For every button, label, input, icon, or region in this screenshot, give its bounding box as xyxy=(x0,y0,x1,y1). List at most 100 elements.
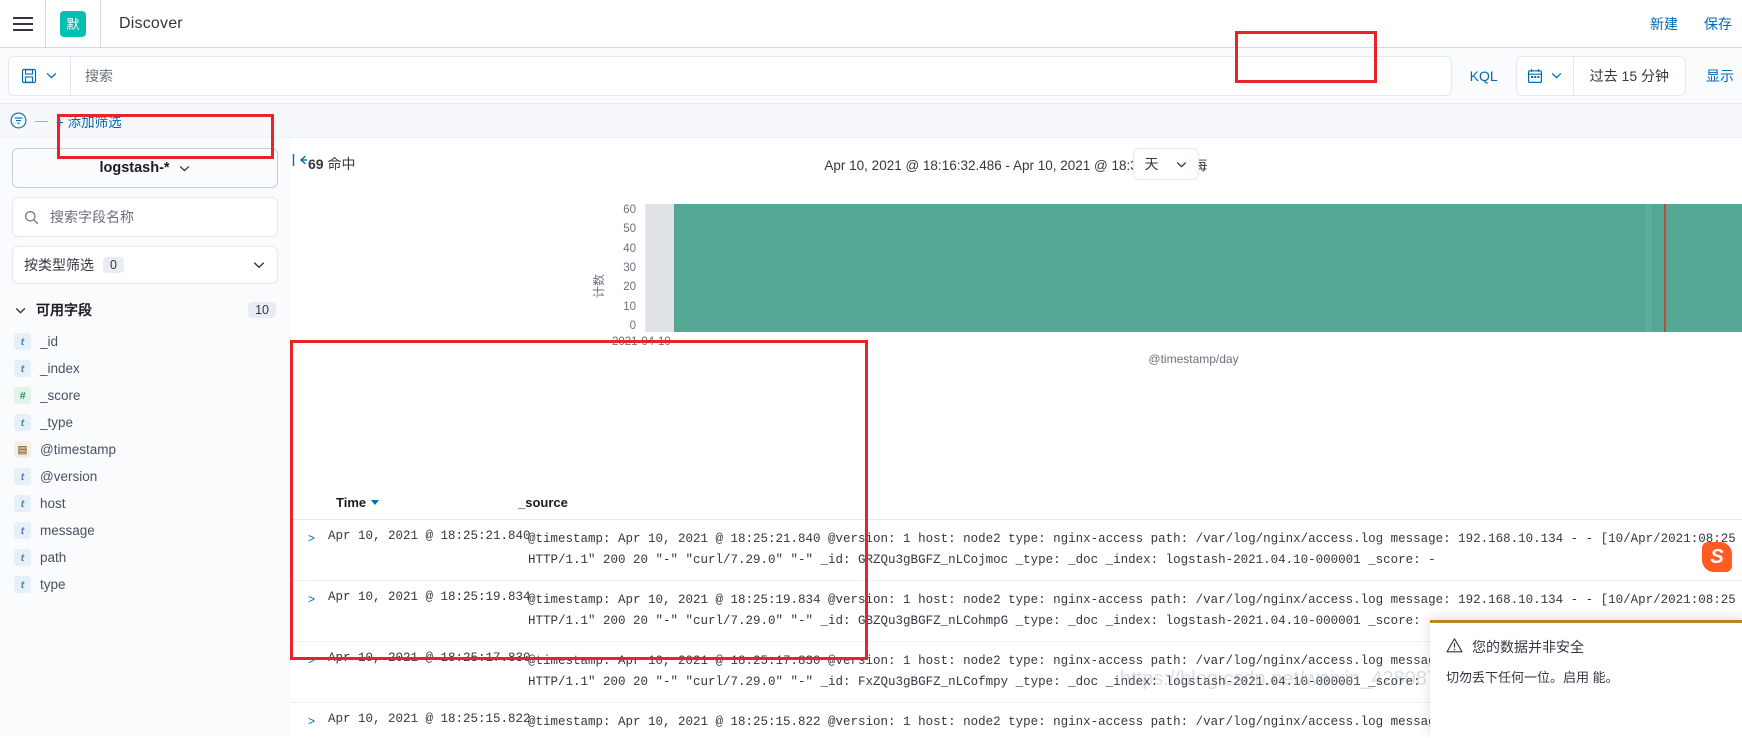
new-button[interactable]: 新建 xyxy=(1650,14,1678,34)
time-range-button[interactable]: 过去 15 分钟 xyxy=(1574,66,1685,86)
sogou-input-logo: S xyxy=(1702,542,1732,572)
chart-x-tick: 2021-04-10 xyxy=(612,336,671,348)
y-tick: 20 xyxy=(623,281,636,294)
field-item[interactable]: t @version xyxy=(12,463,278,490)
kibana-discover-app: 默 Discover 新建 保存 搜索 KQL 过去 15 分钟 显示 — + … xyxy=(0,0,1742,738)
column-source-label: _source xyxy=(518,495,568,510)
type-filter-label: 按类型筛选 xyxy=(24,257,94,273)
y-tick: 0 xyxy=(629,319,636,332)
field-search-input[interactable]: 搜索字段名称 xyxy=(12,197,278,237)
top-navigation-bar: 默 Discover 新建 保存 xyxy=(0,0,1742,48)
field-item[interactable]: t message xyxy=(12,517,278,544)
table-row[interactable]: > Apr 10, 2021 @ 18:25:21.840 @timestamp… xyxy=(290,520,1742,581)
filter-bar: — + 添加筛选 xyxy=(0,104,1742,138)
date-picker: 过去 15 分钟 xyxy=(1515,55,1686,96)
query-bar: 搜索 KQL 过去 15 分钟 显示 xyxy=(0,48,1742,104)
filter-dash: — xyxy=(35,113,48,128)
security-toast[interactable]: 您的数据并非安全 切勿丢下任何一位。启用 能。 xyxy=(1430,620,1742,738)
field-type-icon: t xyxy=(14,360,31,377)
field-list: t _id t _index # _score t _type ▤ @timestamp … xyxy=(12,328,278,598)
source-line: @timestamp: Apr 10, 2021 @ 18:25:19.834 … xyxy=(528,593,1736,607)
chart-bar[interactable] xyxy=(674,204,1742,332)
hits-count: 69 xyxy=(308,156,324,172)
field-name: path xyxy=(40,550,67,565)
index-pattern-selector[interactable]: logstash-* xyxy=(12,148,278,188)
hits-counter: 69 命中 xyxy=(308,154,355,174)
saved-query-button[interactable] xyxy=(8,55,70,96)
sort-descending-icon[interactable] xyxy=(371,500,380,505)
chevron-down-icon xyxy=(1551,73,1561,79)
y-tick: 40 xyxy=(623,242,636,255)
cell-time: Apr 10, 2021 @ 18:25:17.830 xyxy=(328,651,531,665)
y-tick: 50 xyxy=(623,223,636,236)
field-item[interactable]: t _id xyxy=(12,328,278,355)
field-item[interactable]: t host xyxy=(12,490,278,517)
index-pattern-label: logstash-* xyxy=(99,160,170,176)
search-input[interactable]: 搜索 xyxy=(70,55,1452,96)
cell-time: Apr 10, 2021 @ 18:25:15.822 xyxy=(328,712,531,726)
field-type-filter[interactable]: 按类型筛选 0 xyxy=(12,246,278,284)
field-name: message xyxy=(40,523,95,538)
field-item[interactable]: t _type xyxy=(12,409,278,436)
y-tick: 30 xyxy=(623,261,636,274)
field-type-icon: t xyxy=(14,414,31,431)
table-header-row: Time _source xyxy=(290,486,1742,520)
available-fields-section-header[interactable]: 可用字段 10 xyxy=(12,294,278,328)
type-filter-count: 0 xyxy=(103,257,124,273)
chevron-down-icon xyxy=(253,262,265,269)
chart-marker-line xyxy=(1664,204,1666,332)
chart-bar-background xyxy=(646,204,674,332)
calendar-field-icon: ▤ xyxy=(14,441,31,458)
cell-source: @timestamp: Apr 10, 2021 @ 18:25:21.840 … xyxy=(528,529,1742,571)
column-time[interactable]: Time xyxy=(308,495,518,510)
field-type-icon: t xyxy=(14,495,31,512)
save-button[interactable]: 保存 xyxy=(1704,14,1732,34)
chart-x-axis-title: @timestamp/day xyxy=(1148,352,1239,366)
field-type-icon: t xyxy=(14,522,31,539)
space-badge[interactable]: 默 xyxy=(60,10,86,37)
field-item[interactable]: t path xyxy=(12,544,278,571)
column-time-label: Time xyxy=(336,495,367,510)
y-tick: 60 xyxy=(623,204,636,216)
field-name: type xyxy=(40,577,66,592)
search-icon xyxy=(25,210,39,224)
kql-language-button[interactable]: KQL xyxy=(1452,68,1516,84)
hamburger-menu-icon[interactable] xyxy=(0,0,46,47)
chart-y-axis-ticks: 60 50 40 30 20 10 0 xyxy=(608,204,636,332)
field-item[interactable]: t _index xyxy=(12,355,278,382)
interval-selector[interactable]: 天 xyxy=(1133,148,1199,180)
field-item[interactable]: t type xyxy=(12,571,278,598)
available-fields-count: 10 xyxy=(248,302,276,318)
field-type-icon: t xyxy=(14,468,31,485)
toast-title-row: 您的数据并非安全 xyxy=(1446,637,1728,657)
field-item[interactable]: ▤ @timestamp xyxy=(12,436,278,463)
warning-triangle-icon xyxy=(1446,638,1463,653)
expand-row-icon[interactable]: > xyxy=(308,712,328,736)
expand-row-icon[interactable]: > xyxy=(308,651,328,693)
field-name: @timestamp xyxy=(40,442,116,457)
field-type-icon: t xyxy=(14,549,31,566)
interval-value: 天 xyxy=(1144,156,1159,172)
expand-row-icon[interactable]: > xyxy=(308,590,328,632)
display-button[interactable]: 显示 xyxy=(1706,66,1734,86)
add-filter-button[interactable]: + 添加筛选 xyxy=(56,111,122,131)
expand-row-icon[interactable]: > xyxy=(308,529,328,571)
save-disk-icon xyxy=(21,68,37,83)
field-name: @version xyxy=(40,469,98,484)
available-fields-label: 可用字段 xyxy=(36,302,92,318)
filter-icon[interactable] xyxy=(10,112,27,129)
field-type-icon: # xyxy=(14,387,31,404)
chart-plot-area xyxy=(645,204,1742,332)
collapse-sidebar-icon[interactable] xyxy=(292,152,308,168)
field-name: _id xyxy=(40,334,59,349)
toast-body: 切勿丢下任何一位。启用 能。 xyxy=(1446,670,1619,685)
field-name: _type xyxy=(40,415,74,430)
source-line: HTTP/1.1" 200 20 "-" "curl/7.29.0" "-" _… xyxy=(528,553,1436,567)
column-source[interactable]: _source xyxy=(518,495,568,510)
histogram-chart[interactable]: 计数 60 50 40 30 20 10 0 2021-04-10 @times… xyxy=(290,190,1742,390)
field-item[interactable]: # _score xyxy=(12,382,278,409)
calendar-quick-select-button[interactable] xyxy=(1517,56,1574,95)
field-sidebar: logstash-* 搜索字段名称 按类型筛选 0 可用字段 10 t _id … xyxy=(0,138,290,736)
chevron-down-icon xyxy=(46,73,57,79)
chevron-down-icon xyxy=(15,307,26,314)
